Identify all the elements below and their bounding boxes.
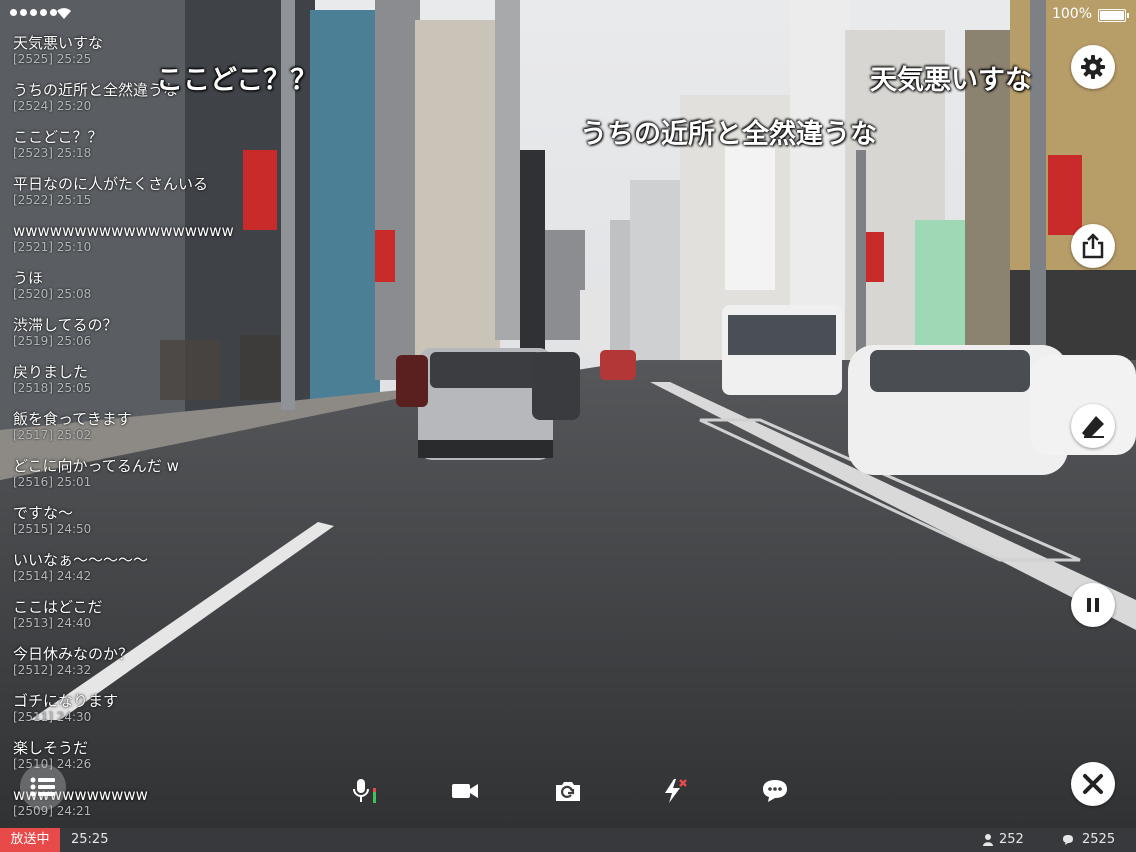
chat-button[interactable] — [760, 776, 790, 806]
comment-text: うほ — [13, 269, 44, 287]
flowing-comment: うちの近所と全然違うな — [580, 119, 877, 150]
comment-meta: [2511] 24:30 — [13, 710, 92, 724]
comment-meta: [2513] 24:40 — [13, 616, 92, 630]
comment-item[interactable]: ここはどこだ [2513] 24:40 — [13, 598, 273, 645]
microphone-button[interactable] — [348, 776, 378, 806]
wifi-icon — [57, 8, 71, 19]
comment-meta: [2515] 24:50 — [13, 522, 92, 536]
comment-item[interactable]: どこに向かってるんだ w [2516] 25:01 — [13, 457, 273, 504]
comment-meta: [2516] 25:01 — [13, 475, 92, 489]
microphone-icon — [353, 779, 376, 803]
camera-switch-button[interactable] — [553, 776, 583, 806]
comment-text: いいなぁ～～～～～ — [13, 551, 149, 569]
comment-count: 2525 — [1062, 832, 1115, 847]
comment-text: 渋滞してるの？ — [13, 316, 118, 334]
signal-strength-icon — [10, 9, 57, 16]
pause-button[interactable] — [1071, 583, 1115, 627]
broadcast-status-bar: 放送中 25:25 252 2525 — [0, 828, 1136, 852]
comment-text: 飯を食ってきます — [13, 410, 132, 428]
comment-icon — [1063, 835, 1073, 845]
status-bar: 100% — [0, 0, 1136, 28]
comment-meta: [2522] 25:15 — [13, 193, 92, 207]
comment-item[interactable]: wwwwwwwwwwwwwwwwww [2521] 25:10 — [13, 222, 273, 269]
comment-item[interactable]: ここどこ？？ [2523] 25:18 — [13, 128, 273, 175]
comment-list[interactable]: 天気悪いすな [2525] 25:25 うちの近所と全然違うな [2524] 25:2… — [13, 34, 273, 833]
battery-percentage: 100% — [1051, 6, 1092, 22]
person-icon — [983, 833, 993, 846]
comment-item[interactable]: 戻りました [2518] 25:05 — [13, 363, 273, 410]
comment-meta: [2521] 25:10 — [13, 240, 92, 254]
comment-item[interactable]: 渋滞してるの？ [2519] 25:06 — [13, 316, 273, 363]
comment-text: ここはどこだ — [13, 598, 103, 616]
flowing-comment: ここどこ？？ — [156, 65, 318, 96]
video-camera-icon — [452, 784, 478, 798]
comment-item[interactable]: 飯を食ってきます [2517] 25:02 — [13, 410, 273, 457]
comment-item[interactable]: ゴチになります [2511] 24:30 — [13, 692, 273, 739]
eraser-icon — [1082, 416, 1104, 438]
comment-text: 今日休みなのか？ — [13, 645, 134, 663]
close-icon — [1083, 774, 1103, 794]
flash-off-icon — [665, 779, 687, 803]
comment-item[interactable]: 今日休みなのか？ [2512] 24:32 — [13, 645, 273, 692]
comment-meta: [2512] 24:32 — [13, 663, 92, 677]
comment-text: 平日なのに人がたくさんいる — [13, 175, 209, 193]
video-camera-button[interactable] — [450, 776, 480, 806]
comment-text: 天気悪いすな — [13, 34, 104, 52]
comment-text: ここどこ？？ — [13, 128, 103, 146]
comment-meta: [2523] 25:18 — [13, 146, 92, 160]
close-button[interactable] — [1071, 762, 1115, 806]
flash-button[interactable] — [659, 776, 689, 806]
comment-text: wwwwwwwwwwwwwwwwww — [13, 222, 234, 240]
comment-count-value: 2525 — [1082, 832, 1116, 847]
gear-icon — [1081, 55, 1105, 79]
comment-list-toggle-button[interactable] — [20, 764, 66, 810]
comment-item[interactable]: うほ [2520] 25:08 — [13, 269, 273, 316]
comment-text: ゴチになります — [13, 692, 119, 710]
comment-meta: [2517] 25:02 — [13, 428, 92, 442]
flowing-comment: 天気悪いすな — [870, 65, 1032, 96]
share-icon — [1082, 233, 1104, 259]
camera-switch-icon — [556, 782, 580, 801]
settings-button[interactable] — [1071, 45, 1115, 89]
comment-item[interactable]: 平日なのに人がたくさんいる [2522] 25:15 — [13, 175, 273, 222]
comment-meta: [2524] 25:20 — [13, 99, 92, 113]
list-icon — [30, 777, 55, 797]
comment-meta: [2519] 25:06 — [13, 334, 92, 348]
battery-fill — [1100, 11, 1124, 20]
live-badge: 放送中 — [0, 828, 60, 852]
comment-text: ですな～ — [13, 504, 74, 522]
chat-bubble-icon — [763, 780, 787, 802]
comment-meta: [2518] 25:05 — [13, 381, 92, 395]
clear-comments-button[interactable] — [1071, 404, 1115, 448]
viewer-count: 252 — [983, 832, 1024, 847]
comment-text: どこに向かってるんだ w — [13, 457, 179, 475]
elapsed-time: 25:25 — [71, 832, 109, 847]
comment-meta: [2520] 25:08 — [13, 287, 92, 301]
pause-icon — [1087, 598, 1099, 612]
share-button[interactable] — [1071, 224, 1115, 268]
comment-meta: [2514] 24:42 — [13, 569, 92, 583]
battery-icon — [1098, 9, 1129, 22]
comment-text: 楽しそうだ — [13, 739, 89, 757]
comment-item[interactable]: いいなぁ～～～～～ [2514] 24:42 — [13, 551, 273, 598]
comment-item[interactable]: ですな～ [2515] 24:50 — [13, 504, 273, 551]
viewer-count-value: 252 — [999, 832, 1024, 847]
comment-text: 戻りました — [13, 363, 89, 381]
